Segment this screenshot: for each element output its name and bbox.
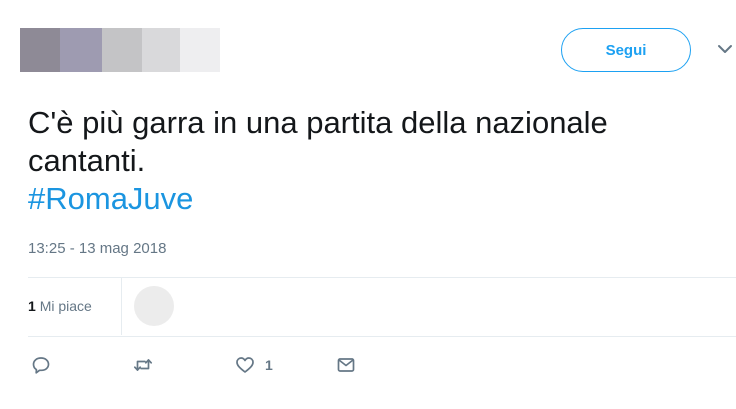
- avatar-blur-segment: [142, 28, 180, 72]
- retweet-icon: [133, 359, 153, 371]
- retweet-button[interactable]: [133, 353, 153, 377]
- likes-stat[interactable]: 1 Mi piace: [28, 298, 92, 314]
- likes-label: Mi piace: [39, 298, 92, 314]
- avatar-blur-segment: [180, 28, 220, 72]
- reply-icon: [32, 357, 50, 374]
- like-count: 1: [265, 357, 273, 373]
- divider: [28, 277, 736, 278]
- like-button[interactable]: 1: [235, 353, 273, 377]
- avatar-blur-segment: [60, 28, 102, 72]
- reply-button[interactable]: [31, 353, 51, 377]
- avatar-blur-segment: [20, 28, 60, 72]
- tweet-text-line: cantanti.: [28, 143, 146, 178]
- tweet-text: C'è più garra in una partita della nazio…: [28, 104, 718, 218]
- avatar-blur-segment: [102, 28, 142, 72]
- message-icon: [337, 358, 355, 372]
- heart-icon: [236, 357, 254, 373]
- follow-button[interactable]: Segui: [561, 28, 691, 72]
- chevron-down-icon[interactable]: [716, 42, 734, 56]
- hashtag-link[interactable]: #RomaJuve: [28, 180, 718, 218]
- tweet-timestamp[interactable]: 13:25 - 13 mag 2018: [28, 240, 166, 257]
- divider: [28, 336, 736, 337]
- direct-message-button[interactable]: [336, 353, 356, 377]
- tweet-text-line: C'è più garra in una partita della nazio…: [28, 105, 608, 140]
- divider-vertical: [121, 277, 122, 335]
- liker-avatar[interactable]: [134, 286, 174, 326]
- avatar-blurred[interactable]: [20, 24, 225, 82]
- likes-count: 1: [28, 298, 36, 314]
